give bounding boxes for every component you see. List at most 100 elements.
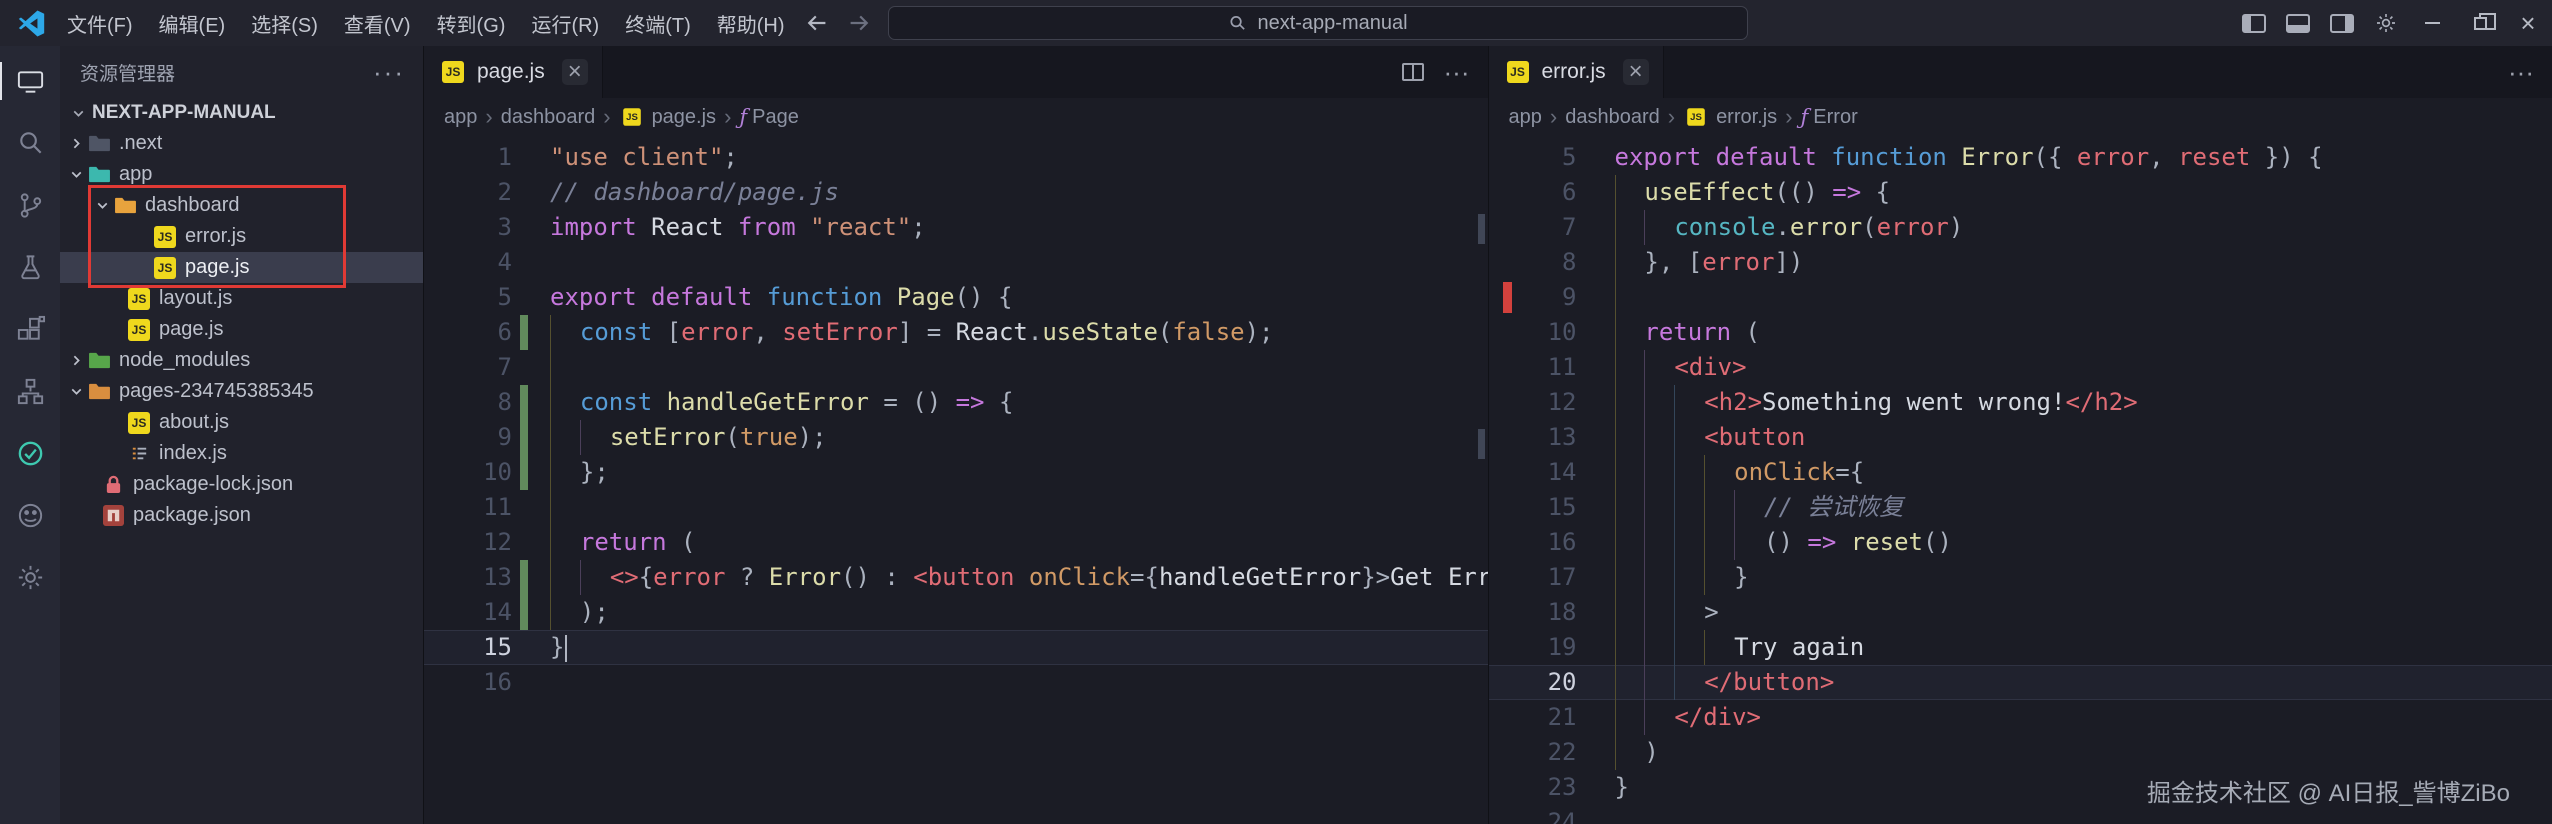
infrastructure-icon[interactable] — [0, 360, 60, 422]
minimize-icon[interactable] — [2408, 0, 2456, 46]
settings-gear-icon[interactable] — [2364, 0, 2408, 46]
code-line[interactable]: 8 }, [error]) — [1489, 245, 2552, 280]
tree-item-index.js[interactable]: index.js — [60, 438, 423, 469]
split-editor-icon[interactable] — [1401, 63, 1424, 81]
tab-page.js[interactable]: JS page.js × — [424, 46, 603, 98]
more-actions-icon[interactable]: ··· — [373, 57, 405, 88]
tree-root-folder[interactable]: NEXT-APP-MANUAL — [60, 98, 423, 128]
nav-back-icon[interactable] — [804, 10, 830, 36]
source-control-icon[interactable] — [0, 174, 60, 236]
code-line[interactable]: 11 — [424, 490, 1488, 525]
code-line[interactable]: 22 ) — [1489, 735, 2552, 770]
code-line[interactable]: 6 const [error, setError] = React.useSta… — [424, 315, 1488, 350]
tree-item-pages-234745385345[interactable]: pages-234745385345 — [60, 376, 423, 407]
code-line[interactable]: 13 <>{error ? Error() : <button onClick=… — [424, 560, 1488, 595]
symbol-method-icon: ƒ — [1800, 105, 1809, 129]
tree-item-error.js[interactable]: JS error.js — [60, 221, 423, 252]
tree-item-.next[interactable]: .next — [60, 128, 423, 159]
restore-icon[interactable] — [2456, 0, 2504, 46]
remote-window-icon[interactable] — [0, 50, 60, 112]
code-line[interactable]: 15} — [424, 630, 1488, 665]
tree-item-package-lock.json[interactable]: package-lock.json — [60, 469, 423, 500]
gutter — [1585, 455, 1593, 490]
close-tab-icon[interactable]: × — [1622, 58, 1649, 85]
tree-item-node_modules[interactable]: node_modules — [60, 345, 423, 376]
menu-item[interactable]: 查看(V) — [331, 0, 424, 46]
tab-error.js[interactable]: JS error.js × — [1488, 46, 1664, 98]
command-center-search[interactable]: next-app-manual — [888, 6, 1748, 40]
code-line[interactable]: 19 Try again — [1489, 630, 2552, 665]
more-actions-icon[interactable]: ··· — [2508, 57, 2534, 88]
code-editor[interactable]: 1 "use client"; 2// dashboard/page.js 3 impo… — [424, 136, 1488, 824]
tree-item-layout.js[interactable]: JS layout.js — [60, 283, 423, 314]
menu-item[interactable]: 帮助(H) — [704, 0, 798, 46]
breadcrumb-item[interactable]: dashboard — [1565, 106, 1660, 129]
code-line[interactable]: 9 setError(true); — [424, 420, 1488, 455]
tree-item-about.js[interactable]: JS about.js — [60, 407, 423, 438]
code-line[interactable]: 2// dashboard/page.js — [424, 175, 1488, 210]
code-line[interactable]: 14 ); — [424, 595, 1488, 630]
code-line[interactable]: 5 export default function Error({ error, … — [1489, 140, 2552, 175]
breadcrumb-item[interactable]: app — [444, 106, 477, 129]
tree-item-page.js[interactable]: JS page.js — [60, 314, 423, 345]
code-line[interactable]: 10 return ( — [1489, 315, 2552, 350]
extensions-icon[interactable] — [0, 298, 60, 360]
line-number: 6 — [1562, 178, 1577, 206]
todo-check-icon[interactable] — [0, 422, 60, 484]
code-line[interactable]: 1 "use client"; — [424, 140, 1488, 175]
code-line[interactable]: 7 — [424, 350, 1488, 385]
code-line[interactable]: 7 console.error(error) — [1489, 210, 2552, 245]
toggle-sidebar-icon[interactable] — [2232, 0, 2276, 46]
code-line[interactable]: 14 onClick={ — [1489, 455, 2552, 490]
code-line[interactable]: 16 — [424, 665, 1488, 700]
file-label: layout.js — [159, 287, 233, 309]
code-line[interactable]: 12 <h2>Something went wrong!</h2> — [1489, 385, 2552, 420]
code-line[interactable]: 21 </div> — [1489, 700, 2552, 735]
code-editor[interactable]: 5 export default function Error({ error, … — [1488, 136, 2552, 824]
menu-item[interactable]: 文件(F) — [54, 0, 146, 46]
menu-item[interactable]: 转到(G) — [424, 0, 519, 46]
close-tab-icon[interactable]: × — [561, 58, 588, 85]
feedback-smiley-icon[interactable] — [0, 484, 60, 546]
menu-item[interactable]: 编辑(E) — [146, 0, 239, 46]
code-line[interactable]: 16 () => reset() — [1489, 525, 2552, 560]
gutter — [520, 525, 528, 560]
tree-item-app[interactable]: app — [60, 159, 423, 190]
close-icon[interactable]: × — [2504, 0, 2552, 46]
breadcrumb-item[interactable]: ƒ Error — [1801, 105, 1858, 129]
js-icon: JS — [152, 225, 178, 249]
code-line[interactable]: 6 useEffect(() => { — [1489, 175, 2552, 210]
manage-gear-icon[interactable] — [0, 546, 60, 608]
tab-label: page.js — [477, 60, 545, 83]
menu-item[interactable]: 终端(T) — [612, 0, 704, 46]
code-line[interactable]: 4 — [424, 245, 1488, 280]
nav-forward-icon[interactable] — [846, 10, 872, 36]
code-line[interactable]: 17 } — [1489, 560, 2552, 595]
code-line[interactable]: 8 const handleGetError = () => { — [424, 385, 1488, 420]
code-line[interactable]: 18 > — [1489, 595, 2552, 630]
more-actions-icon[interactable]: ··· — [1444, 57, 1470, 88]
search-icon[interactable] — [0, 112, 60, 174]
tree-item-dashboard[interactable]: dashboard — [60, 190, 423, 221]
code-line[interactable]: 12 return ( — [424, 525, 1488, 560]
toggle-secondary-sidebar-icon[interactable] — [2320, 0, 2364, 46]
code-line[interactable]: 5 export default function Page() { — [424, 280, 1488, 315]
tree-item-package.json[interactable]: package.json — [60, 500, 423, 531]
testing-flask-icon[interactable] — [0, 236, 60, 298]
code-line[interactable]: 10 }; — [424, 455, 1488, 490]
code-line[interactable]: 15 // 尝试恢复 — [1489, 490, 2552, 525]
code-line[interactable]: 13 <button — [1489, 420, 2552, 455]
breadcrumb-item[interactable]: JS page.js — [619, 105, 716, 129]
tree-item-page.js[interactable]: JS page.js — [60, 252, 423, 283]
menu-item[interactable]: 选择(S) — [238, 0, 331, 46]
code-line[interactable]: 20 </button> — [1488, 665, 2552, 700]
breadcrumb-item[interactable]: app — [1509, 106, 1542, 129]
code-line[interactable]: 3 import React from "react"; — [424, 210, 1488, 245]
breadcrumb-item[interactable]: dashboard — [501, 106, 596, 129]
menu-item[interactable]: 运行(R) — [518, 0, 612, 46]
toggle-panel-icon[interactable] — [2276, 0, 2320, 46]
breadcrumb-item[interactable]: ƒ Page — [739, 105, 799, 129]
code-line[interactable]: 9 — [1489, 280, 2552, 315]
breadcrumb-item[interactable]: JS error.js — [1683, 105, 1777, 129]
code-line[interactable]: 11 <div> — [1489, 350, 2552, 385]
